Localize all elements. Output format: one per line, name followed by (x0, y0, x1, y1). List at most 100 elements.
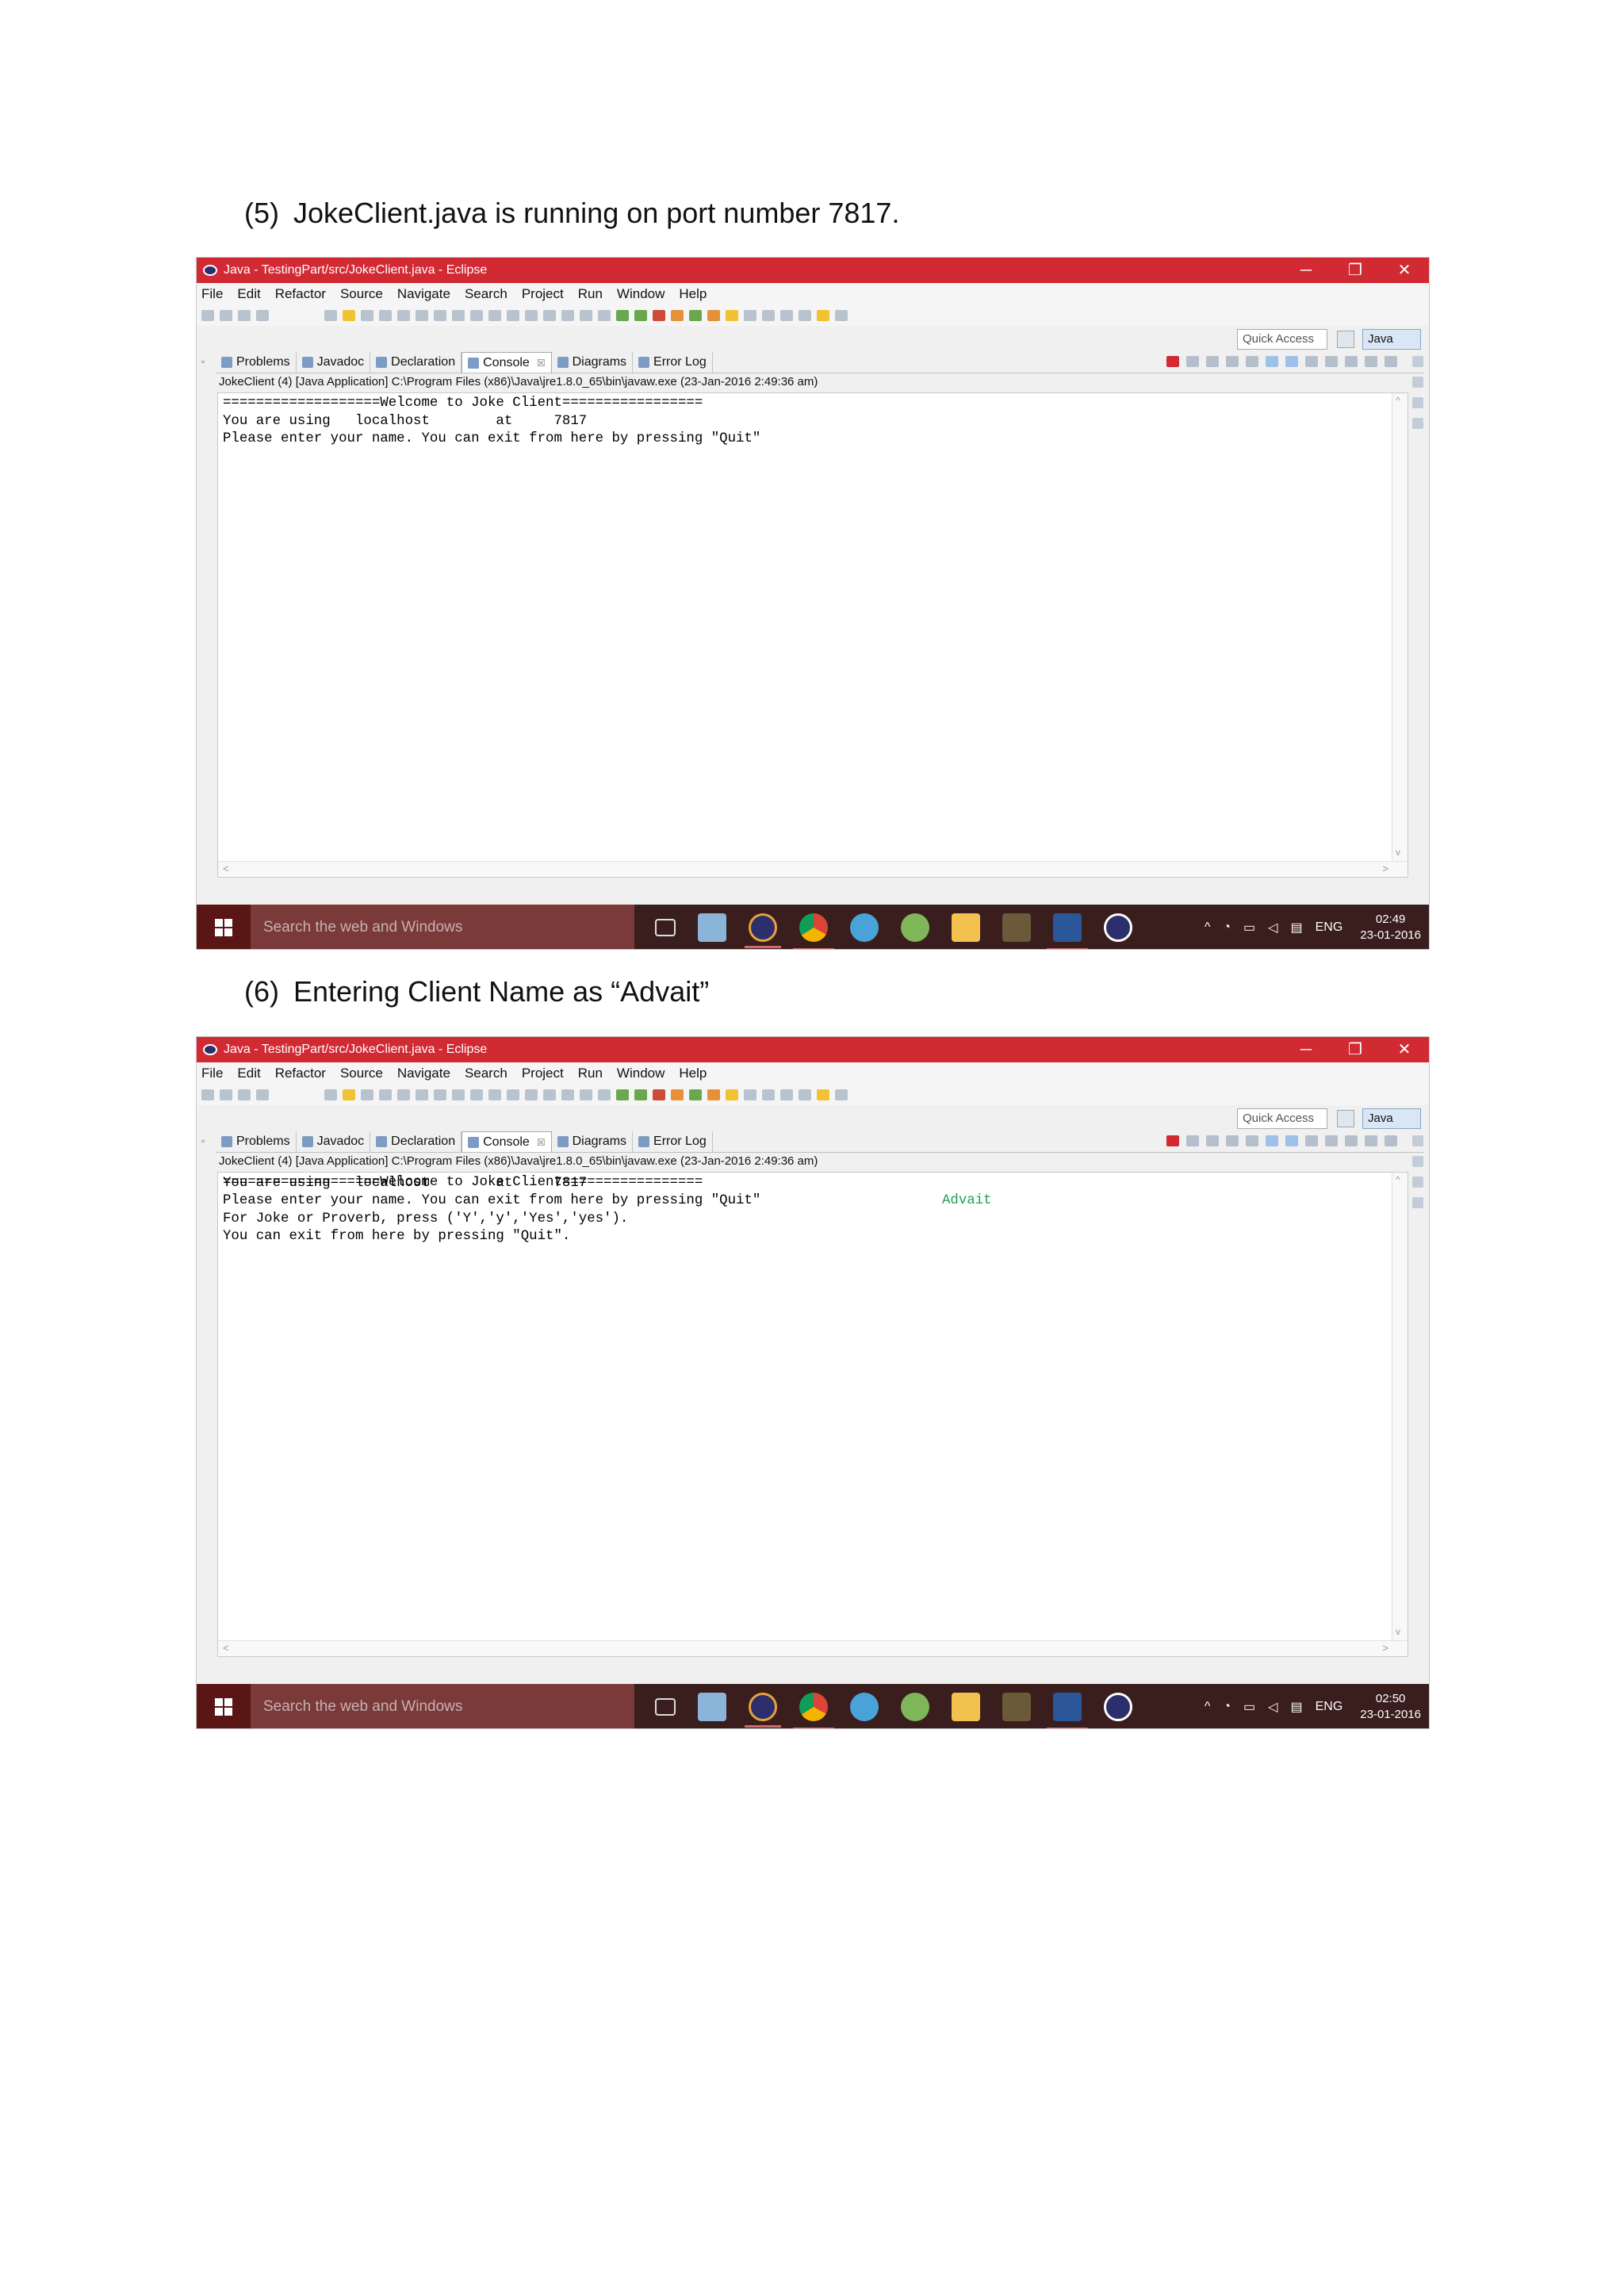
java-perspective-button[interactable]: Java (1362, 1108, 1421, 1129)
menu-search[interactable]: Search (465, 286, 508, 302)
new-java-project-icon[interactable] (689, 1089, 702, 1100)
taskbar-search[interactable]: Search the web and Windows (251, 905, 634, 949)
annotation-prev-icon[interactable] (780, 1089, 793, 1100)
task-view-icon[interactable] (655, 919, 676, 936)
print-icon[interactable] (256, 310, 269, 321)
eclipse-running-icon[interactable] (1104, 913, 1132, 942)
scroll-lock-icon[interactable] (1246, 356, 1258, 367)
step-return-icon[interactable] (507, 1089, 519, 1100)
save-all-icon[interactable] (238, 1089, 251, 1100)
notifications-icon[interactable]: ▤ (1290, 1699, 1302, 1715)
search-icon[interactable] (744, 1089, 756, 1100)
package-icon[interactable] (397, 310, 410, 321)
notepad-icon[interactable] (698, 1693, 726, 1721)
search-icon[interactable] (744, 310, 756, 321)
tab-diagrams[interactable]: Diagrams (552, 1131, 634, 1152)
interface-icon[interactable] (416, 1089, 428, 1100)
menu-search[interactable]: Search (465, 1066, 508, 1081)
menu-run[interactable]: Run (578, 286, 603, 302)
minimize-view-icon[interactable] (1365, 356, 1377, 367)
console-output[interactable]: ===================Welcome to Joke Clien… (217, 392, 1408, 878)
terminate-toolbar-icon[interactable] (561, 1089, 574, 1100)
volume-icon[interactable]: ◁ (1268, 920, 1277, 936)
enum-icon[interactable] (434, 310, 446, 321)
build-icon[interactable] (343, 1089, 355, 1100)
annotation-prev-icon[interactable] (780, 310, 793, 321)
annotation-icon[interactable] (452, 1089, 465, 1100)
quick-access-field[interactable]: Quick Access (1237, 1108, 1327, 1129)
file-explorer-icon[interactable] (952, 913, 980, 942)
show-stderr-icon[interactable] (1285, 356, 1298, 367)
maximize-view-icon[interactable] (1385, 1135, 1397, 1146)
external-tools-icon[interactable] (671, 1089, 684, 1100)
drop-frame-icon[interactable] (525, 310, 538, 321)
restore-view-icon[interactable]: ▫ (201, 1135, 205, 1146)
vertical-scrollbar[interactable]: ^ v (1392, 393, 1408, 877)
step-into-icon[interactable] (470, 1089, 483, 1100)
open-perspective-icon[interactable] (1337, 1110, 1354, 1127)
chrome-icon[interactable] (793, 913, 834, 949)
start-button[interactable] (197, 905, 251, 949)
tray-arrow-icon[interactable]: ^ (1205, 1700, 1211, 1714)
terminate-toolbar-icon[interactable] (561, 310, 574, 321)
resume-icon[interactable] (580, 310, 592, 321)
step-return-icon[interactable] (507, 310, 519, 321)
word-icon[interactable] (1047, 1693, 1088, 1728)
tab-problems[interactable]: Problems (216, 1131, 297, 1152)
display-console-icon[interactable] (1325, 356, 1338, 367)
step-over-icon[interactable] (488, 310, 501, 321)
taskbar-search[interactable]: Search the web and Windows (251, 1684, 634, 1728)
open-type-icon[interactable] (707, 310, 720, 321)
new-icon[interactable] (201, 310, 214, 321)
minimize-view-icon[interactable] (1365, 1135, 1377, 1146)
tab-javadoc[interactable]: Javadoc (297, 1131, 371, 1152)
outline-icon[interactable] (1412, 1156, 1423, 1167)
restore-icon[interactable] (1412, 1177, 1423, 1188)
new-java-project-icon[interactable] (689, 310, 702, 321)
tab-problems[interactable]: Problems (216, 352, 297, 373)
chrome-icon[interactable] (793, 1693, 834, 1728)
task-icon[interactable] (361, 1089, 373, 1100)
pin-console-icon[interactable] (1305, 1135, 1318, 1146)
skip-breakpoints-icon[interactable] (324, 1089, 337, 1100)
tab-diagrams[interactable]: Diagrams (552, 352, 634, 373)
clear-console-icon[interactable] (1226, 1135, 1239, 1146)
task-icon[interactable] (361, 310, 373, 321)
restore-icon[interactable] (1412, 1135, 1423, 1146)
globe-icon[interactable] (850, 1693, 879, 1721)
menu-help[interactable]: Help (679, 286, 707, 302)
menu-window[interactable]: Window (617, 1066, 665, 1081)
android-studio-icon[interactable] (901, 1693, 929, 1721)
annotation-next-icon[interactable] (762, 1089, 775, 1100)
save-icon[interactable] (220, 310, 232, 321)
notifications-icon[interactable]: ▤ (1290, 920, 1302, 936)
save-icon[interactable] (220, 1089, 232, 1100)
tray-arrow-icon[interactable]: ^ (1205, 920, 1211, 935)
menu-run[interactable]: Run (578, 1066, 603, 1081)
skip-breakpoints-icon[interactable] (324, 310, 337, 321)
open-task-icon[interactable] (726, 310, 738, 321)
minimize-button[interactable]: ─ (1281, 1037, 1331, 1062)
annotation-icon[interactable] (452, 310, 465, 321)
close-button[interactable]: ✕ (1380, 258, 1429, 283)
interface-icon[interactable] (416, 310, 428, 321)
annotation-next-icon[interactable] (762, 310, 775, 321)
menu-source[interactable]: Source (340, 1066, 383, 1081)
restore-icon[interactable] (1412, 397, 1423, 408)
back-icon[interactable] (817, 310, 829, 321)
step-over-icon[interactable] (488, 1089, 501, 1100)
class-icon[interactable] (379, 1089, 392, 1100)
run-icon[interactable] (634, 310, 647, 321)
language-indicator[interactable]: ENG (1316, 920, 1343, 935)
remove-all-terminated-icon[interactable] (1206, 1135, 1219, 1146)
language-indicator[interactable]: ENG (1316, 1700, 1343, 1714)
print-icon[interactable] (256, 1089, 269, 1100)
restore-button[interactable]: ❐ (1331, 1037, 1380, 1062)
coverage-icon[interactable] (653, 310, 665, 321)
menu-project[interactable]: Project (522, 286, 564, 302)
eclipse-running-icon[interactable] (1104, 1693, 1132, 1721)
menu-navigate[interactable]: Navigate (397, 1066, 450, 1081)
clear-console-icon[interactable] (1226, 356, 1239, 367)
globe-icon[interactable] (850, 913, 879, 942)
open-console-icon[interactable] (1345, 1135, 1358, 1146)
